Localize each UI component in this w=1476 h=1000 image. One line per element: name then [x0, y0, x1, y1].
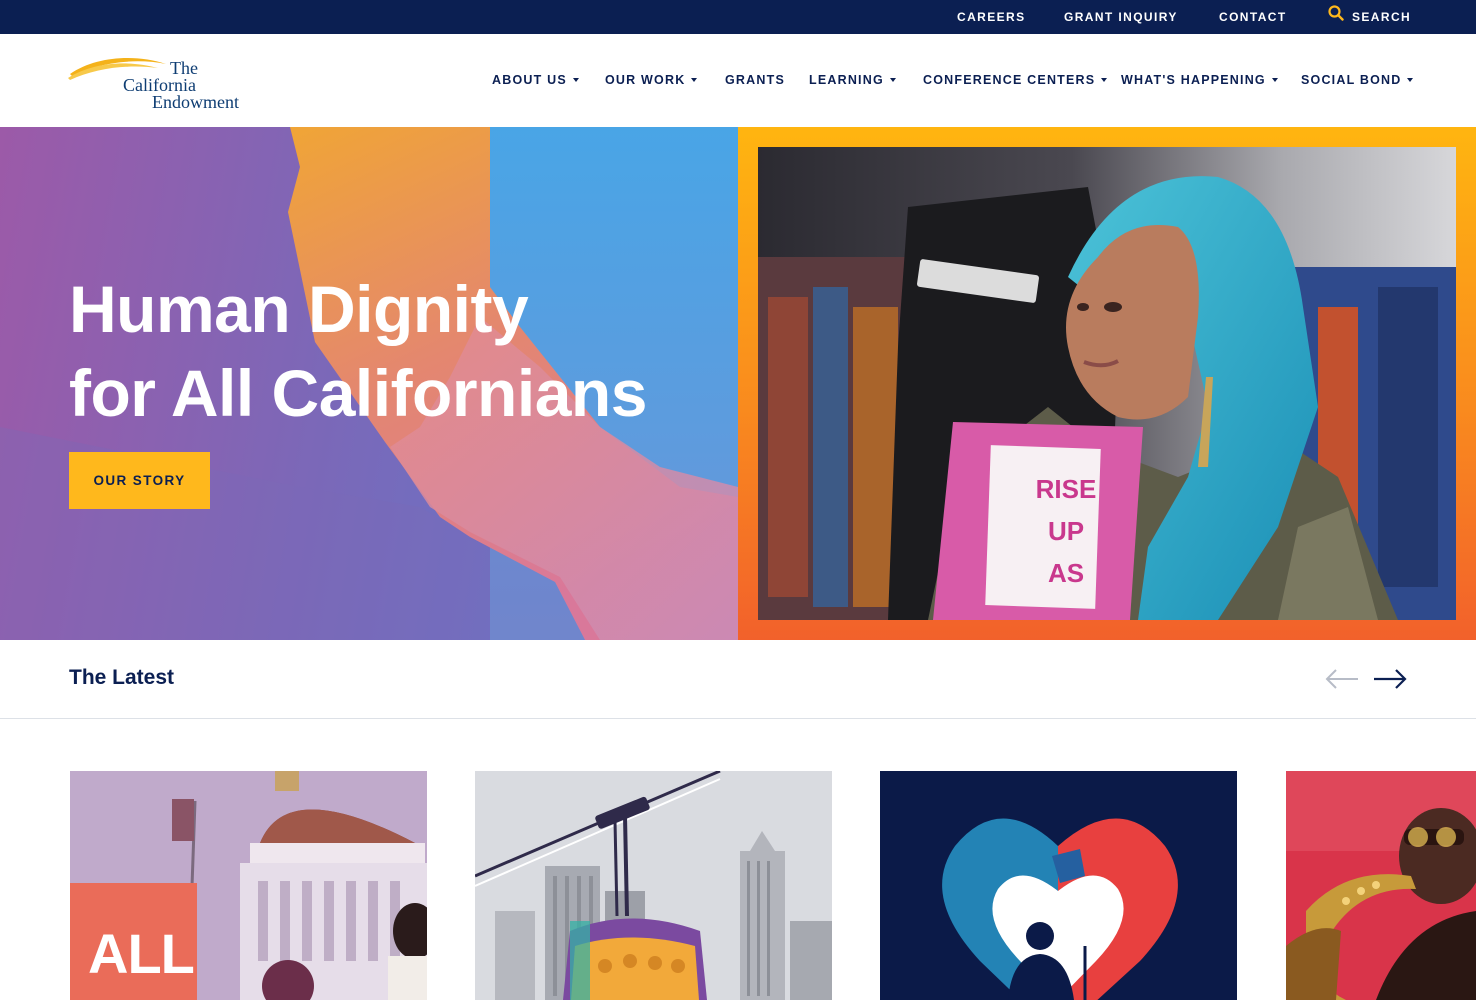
- hero-title-line-1: Human Dignity: [69, 272, 529, 346]
- latest-title: The Latest: [69, 666, 175, 689]
- nav-whats-happening-label: WHAT'S HAPPENING: [1121, 73, 1266, 87]
- caret-down-icon: [1271, 77, 1278, 82]
- nav-about-us[interactable]: ABOUT US: [492, 34, 579, 127]
- search-icon: [1328, 0, 1344, 34]
- caret-down-icon: [572, 77, 579, 82]
- caret-down-icon: [691, 77, 698, 82]
- nav-about-us-label: ABOUT US: [492, 73, 567, 87]
- hero-photo-frame: RISE UP AS: [738, 127, 1476, 640]
- caret-down-icon: [889, 77, 896, 82]
- nav-our-work-label: OUR WORK: [605, 73, 686, 87]
- nav-social-bond[interactable]: SOCIAL BOND: [1301, 34, 1414, 127]
- search-label: SEARCH: [1352, 10, 1412, 24]
- nav-learning-label: LEARNING: [809, 73, 884, 87]
- nav-social-bond-label: SOCIAL BOND: [1301, 73, 1402, 87]
- nav-grants[interactable]: GRANTS: [725, 34, 785, 127]
- sign-text-as: AS: [1047, 558, 1085, 588]
- nav-conference-centers[interactable]: CONFERENCE CENTERS: [923, 34, 1108, 127]
- grant-inquiry-link[interactable]: GRANT INQUIRY: [1064, 0, 1178, 34]
- search-button[interactable]: SEARCH: [1328, 0, 1411, 34]
- contact-link[interactable]: CONTACT: [1219, 0, 1287, 34]
- heart-illustration: [880, 771, 1237, 1000]
- latest-card-capitol[interactable]: ALL: [70, 771, 427, 1000]
- hero-photo: RISE UP AS: [758, 147, 1456, 620]
- prev-arrow-button[interactable]: [1324, 664, 1360, 694]
- sign-text-rise: RISE: [1035, 474, 1097, 504]
- latest-card-gondola[interactable]: [475, 771, 832, 1000]
- utility-bar: CAREERS GRANT INQUIRY CONTACT SEARCH: [0, 0, 1476, 34]
- hero-photo-illustration: [758, 147, 1456, 620]
- hero-title: Human Dignity for All Californians: [69, 267, 729, 435]
- site-logo[interactable]: The California Endowment: [66, 52, 256, 114]
- hero-graphic-panel: Human Dignity for All Californians OUR S…: [0, 127, 738, 640]
- arrow-left-icon: [1325, 669, 1358, 689]
- latest-section-header: The Latest: [0, 640, 1476, 719]
- nav-learning[interactable]: LEARNING: [809, 34, 896, 127]
- next-arrow-button[interactable]: [1372, 664, 1408, 694]
- gondola-illustration: [475, 771, 832, 1000]
- careers-link[interactable]: CAREERS: [957, 0, 1025, 34]
- latest-card-heart[interactable]: [880, 771, 1237, 1000]
- site-header: The California Endowment ABOUT US OUR WO…: [0, 34, 1476, 127]
- nav-whats-happening[interactable]: WHAT'S HAPPENING: [1121, 34, 1278, 127]
- nav-conference-centers-label: CONFERENCE CENTERS: [923, 73, 1096, 87]
- hero-banner: Human Dignity for All Californians OUR S…: [0, 127, 1476, 640]
- caret-down-icon: [1101, 77, 1108, 82]
- arrow-right-icon: [1374, 669, 1407, 689]
- latest-card-saxophone[interactable]: [1286, 771, 1476, 1000]
- hero-title-line-2: for All Californians: [69, 356, 647, 430]
- nav-grants-label: GRANTS: [725, 73, 785, 87]
- logo-line-3: Endowment: [152, 92, 239, 112]
- sign-text-up: UP: [1047, 516, 1085, 546]
- nav-our-work[interactable]: OUR WORK: [605, 34, 698, 127]
- caret-down-icon: [1407, 77, 1414, 82]
- our-story-button[interactable]: OUR STORY: [69, 452, 210, 509]
- card-1-text: ALL: [88, 922, 195, 985]
- saxophone-photo: [1286, 771, 1476, 1000]
